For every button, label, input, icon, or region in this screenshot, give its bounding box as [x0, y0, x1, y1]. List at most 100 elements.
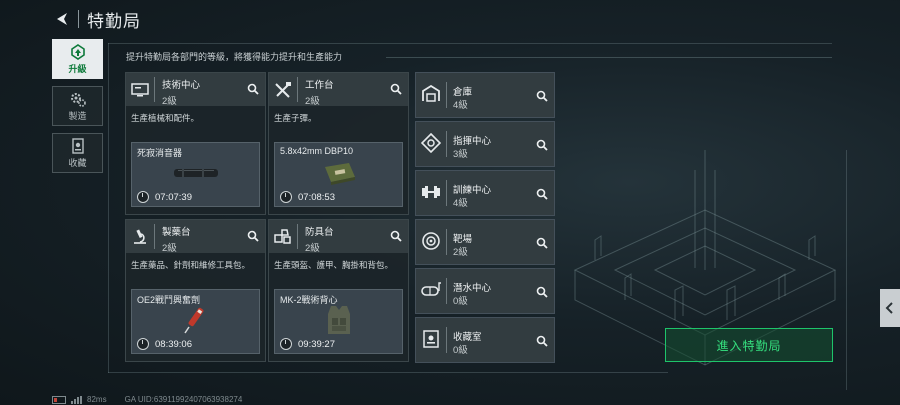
- frame-top-line: [108, 43, 832, 44]
- card-name: 工作台: [305, 80, 334, 91]
- room-card-divider: [446, 82, 447, 108]
- nav-label-craft: 製造: [68, 110, 87, 121]
- enter-headquarters-button[interactable]: 進入特勤局: [665, 328, 833, 362]
- room-level: 4級: [453, 198, 468, 209]
- production-item[interactable]: 5.8x42mm DBP10 07:08:53: [274, 142, 403, 207]
- target-icon: [420, 230, 442, 252]
- search-icon[interactable]: [536, 90, 548, 102]
- search-icon[interactable]: [247, 83, 259, 95]
- subtitle: 提升特勤局各部門的等級，將獲得能力提升和生產能力: [126, 52, 343, 62]
- search-icon[interactable]: [390, 230, 402, 242]
- card-header: 製藥台 2級: [126, 220, 265, 254]
- production-timer: 07:08:53: [280, 191, 335, 203]
- room-name: 指揮中心: [453, 136, 492, 147]
- armor-parts-icon: [269, 220, 297, 253]
- vest-image: [275, 306, 402, 334]
- back-arrow-icon: [57, 13, 67, 25]
- search-icon[interactable]: [536, 286, 548, 298]
- back-button[interactable]: [52, 9, 72, 29]
- room-card-diving-center[interactable]: 潛水中心 0級: [415, 268, 555, 314]
- page-title: 特勤局: [87, 11, 141, 31]
- command-icon: [420, 132, 442, 154]
- timer-icon: [137, 191, 149, 203]
- production-item[interactable]: OE2戰鬥興奮劑 08:39:06: [131, 289, 260, 354]
- header-divider: [78, 10, 79, 28]
- timer-icon: [280, 191, 292, 203]
- ping-value: 82ms: [87, 395, 107, 404]
- suppressor-image: [132, 159, 259, 187]
- room-level: 4級: [453, 100, 468, 111]
- timer-value: 07:08:53: [298, 191, 335, 203]
- room-card-divider: [446, 229, 447, 255]
- frame-left-line: [108, 43, 109, 373]
- nav-tab-craft[interactable]: 製造: [52, 86, 103, 126]
- uid-text: GA UID:6391199240706393827​4: [124, 395, 243, 404]
- department-card-tech-center[interactable]: 技術中心 2級 生產植械和配件。 死寂消音器 07:07:39: [125, 72, 266, 215]
- header: 特勤局: [52, 6, 141, 32]
- timer-value: 09:39:27: [298, 338, 335, 350]
- timer-value: 08:39:06: [155, 338, 192, 350]
- search-icon[interactable]: [536, 237, 548, 249]
- item-name: 死寂消音器: [137, 148, 183, 158]
- ammo-box-image: [275, 159, 402, 187]
- diving-mask-icon: [420, 279, 442, 301]
- gears-icon: [70, 92, 86, 107]
- nav-tab-upgrade[interactable]: 升級: [52, 39, 103, 79]
- search-icon[interactable]: [536, 139, 548, 151]
- room-name: 收藏室: [453, 332, 482, 343]
- production-timer: 09:39:27: [280, 338, 335, 350]
- subtitle-divider: [386, 57, 832, 58]
- monitor-icon: [126, 73, 154, 106]
- room-card-divider: [446, 278, 447, 304]
- production-item[interactable]: MK-2戰術背心 09:39:27: [274, 289, 403, 354]
- left-nav: 升級 製造 收藏: [52, 39, 103, 180]
- room-card-divider: [446, 180, 447, 206]
- room-level: 0級: [453, 296, 468, 307]
- production-timer: 07:07:39: [137, 191, 192, 203]
- room-name: 潛水中心: [453, 283, 492, 294]
- tools-icon: [269, 73, 297, 106]
- status-footer: 82ms GA UID:6391199240706393827​4: [52, 395, 242, 404]
- room-level: 3級: [453, 149, 468, 160]
- room-card-training-center[interactable]: 訓練中心 4級: [415, 170, 555, 216]
- card-level: 2級: [162, 96, 177, 107]
- card-level: 2級: [162, 243, 177, 254]
- microscope-icon: [126, 220, 154, 253]
- search-icon[interactable]: [247, 230, 259, 242]
- room-name: 倉庫: [453, 87, 473, 98]
- room-card-divider: [446, 131, 447, 157]
- department-card-workbench[interactable]: 工作台 2級 生產子彈。 5.8x42mm DBP10 07:08:53: [268, 72, 409, 215]
- room-card-shooting-range[interactable]: 靶場 2級: [415, 219, 555, 265]
- card-level: 2級: [305, 96, 320, 107]
- side-panel-toggle[interactable]: [880, 289, 900, 327]
- department-card-pharmacy[interactable]: 製藥台 2級 生產藥品、針劑和維修工具包。 OE2戰鬥興奮劑 08:39:06: [125, 219, 266, 362]
- room-name: 訓練中心: [453, 185, 492, 196]
- room-card-command-center[interactable]: 指揮中心 3級: [415, 121, 555, 167]
- nav-label-upgrade: 升級: [68, 63, 87, 74]
- timer-icon: [280, 338, 292, 350]
- card-name: 製藥台: [162, 227, 191, 238]
- card-description: 生產植械和配件。: [131, 113, 200, 123]
- search-icon[interactable]: [536, 335, 548, 347]
- room-name: 靶場: [453, 234, 473, 245]
- card-header: 技術中心 2級: [126, 73, 265, 107]
- card-name: 技術中心: [162, 80, 201, 91]
- room-level: 2級: [453, 247, 468, 258]
- battery-icon: [52, 395, 66, 404]
- production-item[interactable]: 死寂消音器 07:07:39: [131, 142, 260, 207]
- room-card-warehouse[interactable]: 倉庫 4級: [415, 72, 555, 118]
- card-description: 生產子彈。: [274, 113, 317, 123]
- card-header: 工作台 2級: [269, 73, 408, 107]
- search-icon[interactable]: [390, 83, 402, 95]
- headquarters-building-illustration: [573, 150, 837, 366]
- nav-tab-collection[interactable]: 收藏: [52, 133, 103, 173]
- timer-value: 07:07:39: [155, 191, 192, 203]
- card-description: 生產藥品、針劑和維修工具包。: [131, 260, 251, 270]
- room-card-trophy-room[interactable]: 收藏室 0級: [415, 317, 555, 363]
- card-description: 生產頭盔、護甲、胸掛和背包。: [274, 260, 394, 270]
- department-card-armor-bench[interactable]: 防具台 2級 生產頭盔、護甲、胸掛和背包。 MK-2戰術背心 09:39:27: [268, 219, 409, 362]
- search-icon[interactable]: [536, 188, 548, 200]
- upgrade-icon: [70, 43, 85, 60]
- chevron-left-icon: [885, 302, 893, 314]
- nav-label-collection: 收藏: [68, 157, 87, 168]
